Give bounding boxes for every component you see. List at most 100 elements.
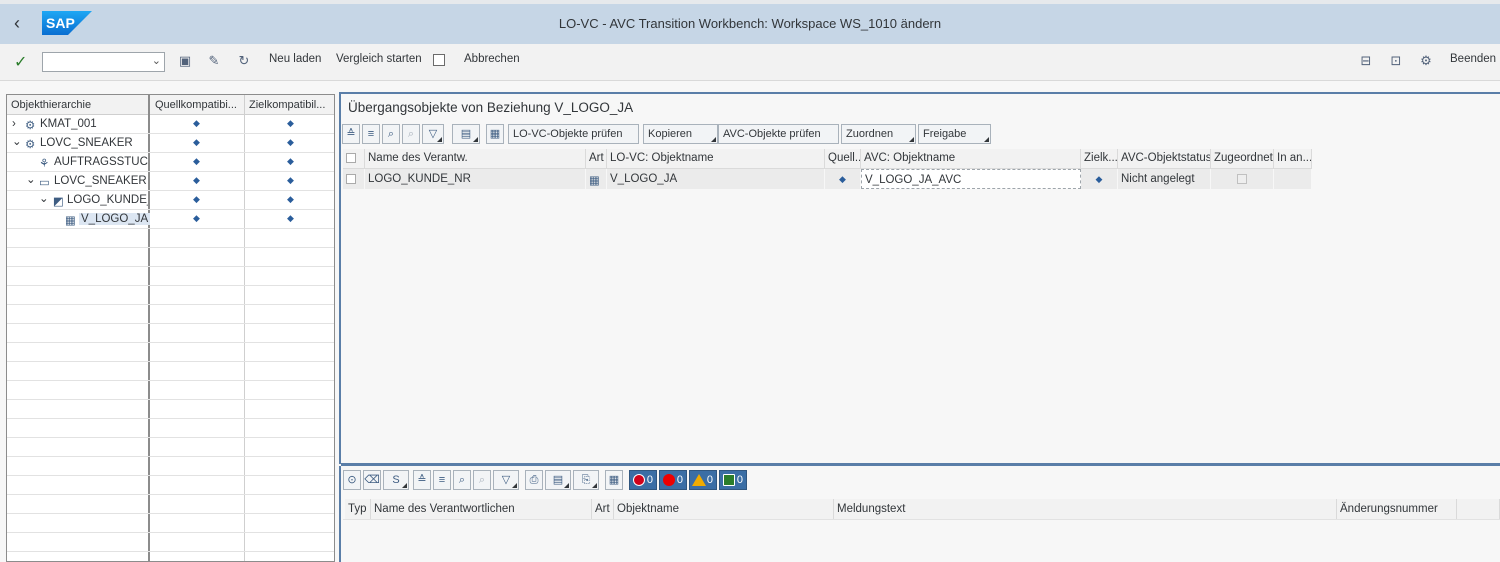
table-settings-icon[interactable]: ▦ [605,470,623,490]
sort-ascending-icon[interactable]: ≙ [413,470,431,490]
tree-node-label: LOGO_KUNDE_NR [67,194,148,206]
error-filter-button[interactable]: 0 [659,470,687,490]
tree-row[interactable]: ▦ V_LOGO_JA ◆ ◆ [7,210,334,229]
stop-icon [633,474,645,486]
delete-icon[interactable]: ⌫ [363,470,381,490]
assign-button[interactable]: Zuordnen [841,124,916,144]
tree-row[interactable]: › ⚙ KMAT_001 ◆ ◆ [7,115,334,134]
layout-menu-icon[interactable]: ▤ [545,470,571,490]
page-title: LO-VC - AVC Transition Workbench: Worksp… [558,16,942,31]
filter-icon[interactable]: ▽ [493,470,519,490]
search-next-icon[interactable]: ⌕ [402,124,420,144]
responsible-name-cell[interactable]: LOGO_KUNDE_NR [365,169,586,189]
compat-diamond-icon: ◆ [193,118,200,128]
tree-row[interactable]: ⌄ ▭ LOVC_SNEAKER ◆ ◆ [7,172,334,191]
empty-row [7,438,334,457]
column-header[interactable]: Zugeordnet [1211,149,1274,169]
empty-row [7,229,334,248]
compat-diamond-icon: ◆ [287,194,294,204]
target-compat-diamond-icon: ◆ [1081,169,1118,189]
cancel-button[interactable]: Abbrechen [464,53,520,65]
action-menu-icon[interactable]: S [383,470,409,490]
compat-diamond-icon: ◆ [193,156,200,166]
in-use-cell [1274,169,1312,189]
edit-toggle-icon[interactable]: ✎ [206,53,222,69]
class-icon: ▭ [39,177,50,189]
tree-node-label: KMAT_001 [40,118,97,130]
search-next-icon[interactable]: ⌕ [473,470,491,490]
compare-button[interactable]: Vergleich starten [336,53,422,65]
column-header[interactable]: Art [586,149,607,169]
column-header[interactable]: Quell... [825,149,861,169]
stop-filter-button[interactable]: 0 [629,470,657,490]
column-header[interactable]: Objekthierarchie [11,99,147,111]
refresh-icon[interactable]: ↻ [236,53,252,69]
column-header[interactable]: Name des Verantwortlichen [371,499,592,519]
empty-row [7,457,334,476]
column-header[interactable]: Meldungstext [834,499,1337,519]
row-select-checkbox[interactable] [343,169,365,189]
collapse-icon[interactable]: ⌄ [12,134,22,148]
save-icon[interactable]: ▣ [177,53,193,69]
warning-filter-button[interactable]: 0 [689,470,717,490]
layout-icon[interactable]: ⊟ [1358,53,1374,69]
success-filter-button[interactable]: 0 [719,470,747,490]
check-avc-button[interactable]: AVC-Objekte prüfen [718,124,839,144]
compat-diamond-icon: ◆ [287,118,294,128]
column-header[interactable]: In an... [1274,149,1312,169]
release-button[interactable]: Freigabe [918,124,991,144]
print-icon[interactable]: ⎙ [525,470,543,490]
cancel-checkbox[interactable] [433,54,445,66]
collapse-icon[interactable]: ⌄ [39,191,49,205]
success-icon [723,474,735,486]
check-lovc-button[interactable]: LO-VC-Objekte prüfen [508,124,639,144]
empty-row [7,400,334,419]
sort-ascending-icon[interactable]: ≙ [342,124,360,144]
tree-row[interactable]: ⚘ AUFTRAGSSTÜCKL ◆ ◆ [7,153,334,172]
tree-row[interactable]: ⌄ ⚙ LOVC_SNEAKER ◆ ◆ [7,134,334,153]
command-field[interactable]: ⌄ [42,52,165,72]
details-icon[interactable]: ⊙ [343,470,361,490]
column-header[interactable]: Objektname [614,499,834,519]
warning-icon [692,474,706,486]
reload-button[interactable]: Neu laden [269,53,321,65]
export-icon[interactable]: ⎘ [573,470,599,490]
table-settings-icon[interactable]: ▦ [486,124,504,144]
exit-button[interactable]: Beenden [1450,53,1496,65]
column-header[interactable]: Art [592,499,614,519]
column-header[interactable]: Zielkompatibil... [249,99,333,111]
assigned-checkbox[interactable] [1211,169,1274,189]
tree-row[interactable]: ⌄ ◩ LOGO_KUNDE_NR ◆ ◆ [7,191,334,210]
compat-diamond-icon: ◆ [287,175,294,185]
compat-diamond-icon: ◆ [193,194,200,204]
layout-menu-icon[interactable]: ▤ [452,124,480,144]
collapse-icon[interactable]: ⌄ [26,172,36,186]
chevron-down-icon[interactable]: ⌄ [152,54,161,67]
sort-descending-icon[interactable]: ≡ [362,124,380,144]
lovc-object-name-cell[interactable]: V_LOGO_JA [607,169,825,189]
column-header[interactable]: LO-VC: Objektname [607,149,825,169]
settings-icon[interactable]: ⚙ [1418,53,1434,69]
column-header[interactable]: AVC-Objektstatus [1118,149,1211,169]
sort-descending-icon[interactable]: ≡ [433,470,451,490]
source-compat-diamond-icon: ◆ [825,169,861,189]
configurable-material-icon: ⚙ [25,120,36,132]
empty-row [7,286,334,305]
copy-button[interactable]: Kopieren [643,124,718,144]
filter-icon[interactable]: ▽ [422,124,444,144]
select-all-cell[interactable] [343,149,365,169]
column-header[interactable]: Zielk... [1081,149,1118,169]
expand-icon[interactable]: › [12,118,16,130]
bom-icon: ⚘ [39,158,50,170]
search-icon[interactable]: ⌕ [382,124,400,144]
confirm-check-icon[interactable]: ✓ [14,52,27,72]
column-header[interactable]: Name des Verantw. [365,149,586,169]
column-header[interactable]: Änderungsnummer [1337,499,1457,519]
column-header[interactable]: Quellkompatibi... [155,99,245,111]
search-icon[interactable]: ⌕ [453,470,471,490]
empty-row [7,248,334,267]
window-icon[interactable]: ⊡ [1388,53,1404,69]
avc-object-name-input[interactable]: V_LOGO_JA_AVC [861,169,1081,189]
column-header[interactable]: AVC: Objektname [861,149,1081,169]
column-header[interactable]: Typ [345,499,371,519]
